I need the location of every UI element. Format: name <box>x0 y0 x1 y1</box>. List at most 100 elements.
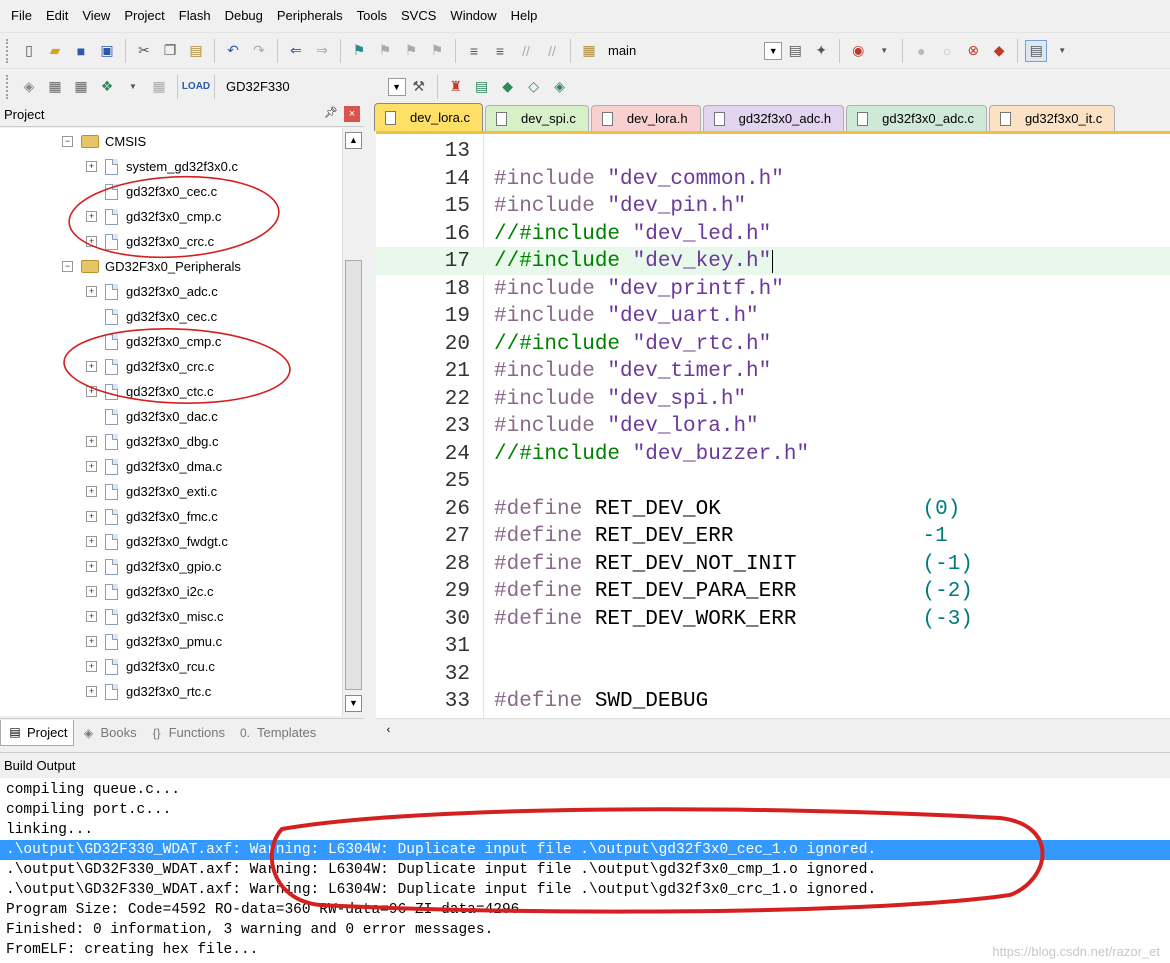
tree-file[interactable]: + gd32f3x0_ctc.c <box>86 379 213 404</box>
code-line[interactable]: 21 #include "dev_timer.h" <box>376 357 1170 385</box>
code-line[interactable]: 16 //#include "dev_led.h" <box>376 220 1170 248</box>
code-line[interactable]: 17 //#include "dev_key.h" <box>376 247 1170 275</box>
next-bookmark-icon[interactable]: ⚑ <box>400 40 422 62</box>
expand-icon[interactable]: + <box>86 436 97 447</box>
expand-icon[interactable]: + <box>86 161 97 172</box>
menu-window[interactable]: Window <box>443 0 503 32</box>
code-line[interactable]: 30 #define RET_DEV_WORK_ERR (-3) <box>376 605 1170 633</box>
tab-templates[interactable]: 0. Templates <box>231 720 322 746</box>
clear-breakpoints-icon[interactable]: ⊗ <box>962 40 984 62</box>
tree-file[interactable]: + gd32f3x0_gpio.c <box>86 554 221 579</box>
code-line[interactable]: 18 #include "dev_printf.h" <box>376 275 1170 303</box>
expand-icon[interactable]: + <box>86 461 97 472</box>
pack-installer-icon[interactable]: ◇ <box>523 76 545 98</box>
window-layout-icon[interactable]: ▤ <box>1025 39 1048 62</box>
build-output-line[interactable]: compiling port.c... <box>0 800 1170 820</box>
code-line[interactable]: 23 #include "dev_lora.h" <box>376 412 1170 440</box>
tree-file[interactable]: + gd32f3x0_crc.c <box>86 354 214 379</box>
build-output-line[interactable]: Program Size: Code=4592 RO-data=360 RW-d… <box>0 900 1170 920</box>
tree-file[interactable]: + gd32f3x0_rtc.c <box>86 679 211 704</box>
expand-icon[interactable]: + <box>86 661 97 672</box>
expand-icon[interactable]: + <box>86 361 97 372</box>
tree-file[interactable]: + gd32f3x0_rcu.c <box>86 654 215 679</box>
expand-icon[interactable]: + <box>86 561 97 572</box>
expand-icon[interactable]: + <box>86 511 97 522</box>
build-output-line[interactable]: compiling queue.c... <box>0 780 1170 800</box>
stop-build-icon[interactable]: ▦ <box>148 76 170 98</box>
tree-file[interactable]: + gd32f3x0_dma.c <box>86 454 222 479</box>
select-packs-icon[interactable]: ▤ <box>471 76 493 98</box>
find-icon[interactable]: ▤ <box>784 40 806 62</box>
clear-bookmarks-icon[interactable]: ⚑ <box>426 40 448 62</box>
batch-build-icon[interactable]: ❖ <box>96 76 118 98</box>
build-output-line[interactable]: Finished: 0 information, 3 warning and 0… <box>0 920 1170 940</box>
navigate-back-icon[interactable]: ⇐ <box>285 40 307 62</box>
breakpoint-icon[interactable]: ● <box>910 40 932 62</box>
code-line[interactable]: 29 #define RET_DEV_PARA_ERR (-2) <box>376 577 1170 605</box>
build-output-line[interactable]: .\output\GD32F330_WDAT.axf: Warning: L63… <box>0 860 1170 880</box>
tree-file[interactable]: + gd32f3x0_pmu.c <box>86 629 222 654</box>
menu-project[interactable]: Project <box>117 0 171 32</box>
expand-icon[interactable]: + <box>86 386 97 397</box>
build-icon[interactable]: ▦ <box>44 76 66 98</box>
menu-debug[interactable]: Debug <box>218 0 270 32</box>
manage-rte-icon[interactable]: ◆ <box>497 76 519 98</box>
tree-file[interactable]: + gd32f3x0_fmc.c <box>86 504 218 529</box>
tree-file[interactable]: + gd32f3x0_crc.c <box>86 229 214 254</box>
cut-icon[interactable]: ✂ <box>133 40 155 62</box>
comment-icon[interactable]: // <box>515 40 537 62</box>
tree-file[interactable]: gd32f3x0_cec.c <box>86 179 217 204</box>
menu-tools[interactable]: Tools <box>350 0 394 32</box>
editor-horizontal-scrollbar[interactable]: ‹ <box>376 718 1170 742</box>
build-output-panel[interactable]: compiling queue.c... compiling port.c... l… <box>0 778 1170 963</box>
find-combo-arrow-icon[interactable]: ▼ <box>764 41 783 60</box>
tab-books[interactable]: ◈ Books <box>74 720 142 746</box>
editor-tab[interactable]: gd32f3x0_adc.c <box>846 105 987 131</box>
navigate-forward-icon[interactable]: ⇒ <box>311 40 333 62</box>
undo-icon[interactable]: ↶ <box>222 40 244 62</box>
tab-functions[interactable]: {} Functions <box>143 720 231 746</box>
save-all-icon[interactable]: ▣ <box>96 40 118 62</box>
tree-file[interactable]: + gd32f3x0_cmp.c <box>86 204 221 229</box>
target-options-icon[interactable]: ⚒ <box>408 76 430 98</box>
code-line[interactable]: 27 #define RET_DEV_ERR -1 <box>376 522 1170 550</box>
code-line[interactable]: 32 <box>376 660 1170 688</box>
tree-file[interactable]: gd32f3x0_cmp.c <box>86 329 221 354</box>
scroll-left-icon[interactable]: ‹ <box>380 722 397 739</box>
menu-edit[interactable]: Edit <box>39 0 75 32</box>
build-output-line[interactable]: linking... <box>0 820 1170 840</box>
tree-file[interactable]: + gd32f3x0_fwdgt.c <box>86 529 228 554</box>
toolbar-grip[interactable] <box>6 74 10 99</box>
code-line[interactable]: 25 <box>376 467 1170 495</box>
window-layout-dropdown-icon[interactable]: ▼ <box>1051 40 1073 62</box>
scroll-up-icon[interactable]: ▲ <box>345 132 362 149</box>
uncomment-icon[interactable]: // <box>541 40 563 62</box>
expand-icon[interactable]: + <box>86 211 97 222</box>
menu-flash[interactable]: Flash <box>172 0 218 32</box>
disable-breakpoint-icon[interactable]: ○ <box>936 40 958 62</box>
tree-file[interactable]: gd32f3x0_dac.c <box>86 404 218 429</box>
code-line[interactable]: 26 #define RET_DEV_OK (0) <box>376 495 1170 523</box>
code-line[interactable]: 20 //#include "dev_rtc.h" <box>376 330 1170 358</box>
redo-icon[interactable]: ↷ <box>248 40 270 62</box>
tree-file[interactable]: + gd32f3x0_dbg.c <box>86 429 219 454</box>
editor-tab[interactable]: gd32f3x0_adc.h <box>702 105 845 131</box>
menu-file[interactable]: File <box>4 0 39 32</box>
target-dropdown-icon[interactable]: ▼ <box>387 77 406 96</box>
batch-build-dropdown-icon[interactable]: ▼ <box>122 76 144 98</box>
tree-file[interactable]: + gd32f3x0_i2c.c <box>86 579 213 604</box>
menu-help[interactable]: Help <box>504 0 545 32</box>
code-editor[interactable]: 13 14 #include "dev_common.h" 15 #include "d… <box>376 131 1170 718</box>
menu-svcs[interactable]: SVCS <box>394 0 443 32</box>
translate-icon[interactable]: ◈ <box>18 76 40 98</box>
tree-file[interactable]: gd32f3x0_cec.c <box>86 304 217 329</box>
pin-icon[interactable]: 📌︎ <box>324 106 338 119</box>
menu-peripherals[interactable]: Peripherals <box>270 0 350 32</box>
project-tree-scrollbar[interactable]: ▲ ▼ <box>342 128 364 716</box>
code-line[interactable]: 33 #define SWD_DEBUG <box>376 687 1170 715</box>
editor-tab[interactable]: dev_lora.c <box>374 103 483 131</box>
find-combo-text[interactable]: main <box>602 43 642 58</box>
expand-icon[interactable]: + <box>86 286 97 297</box>
collapse-icon[interactable]: − <box>62 261 73 272</box>
download-icon[interactable]: LOAD <box>182 76 210 98</box>
